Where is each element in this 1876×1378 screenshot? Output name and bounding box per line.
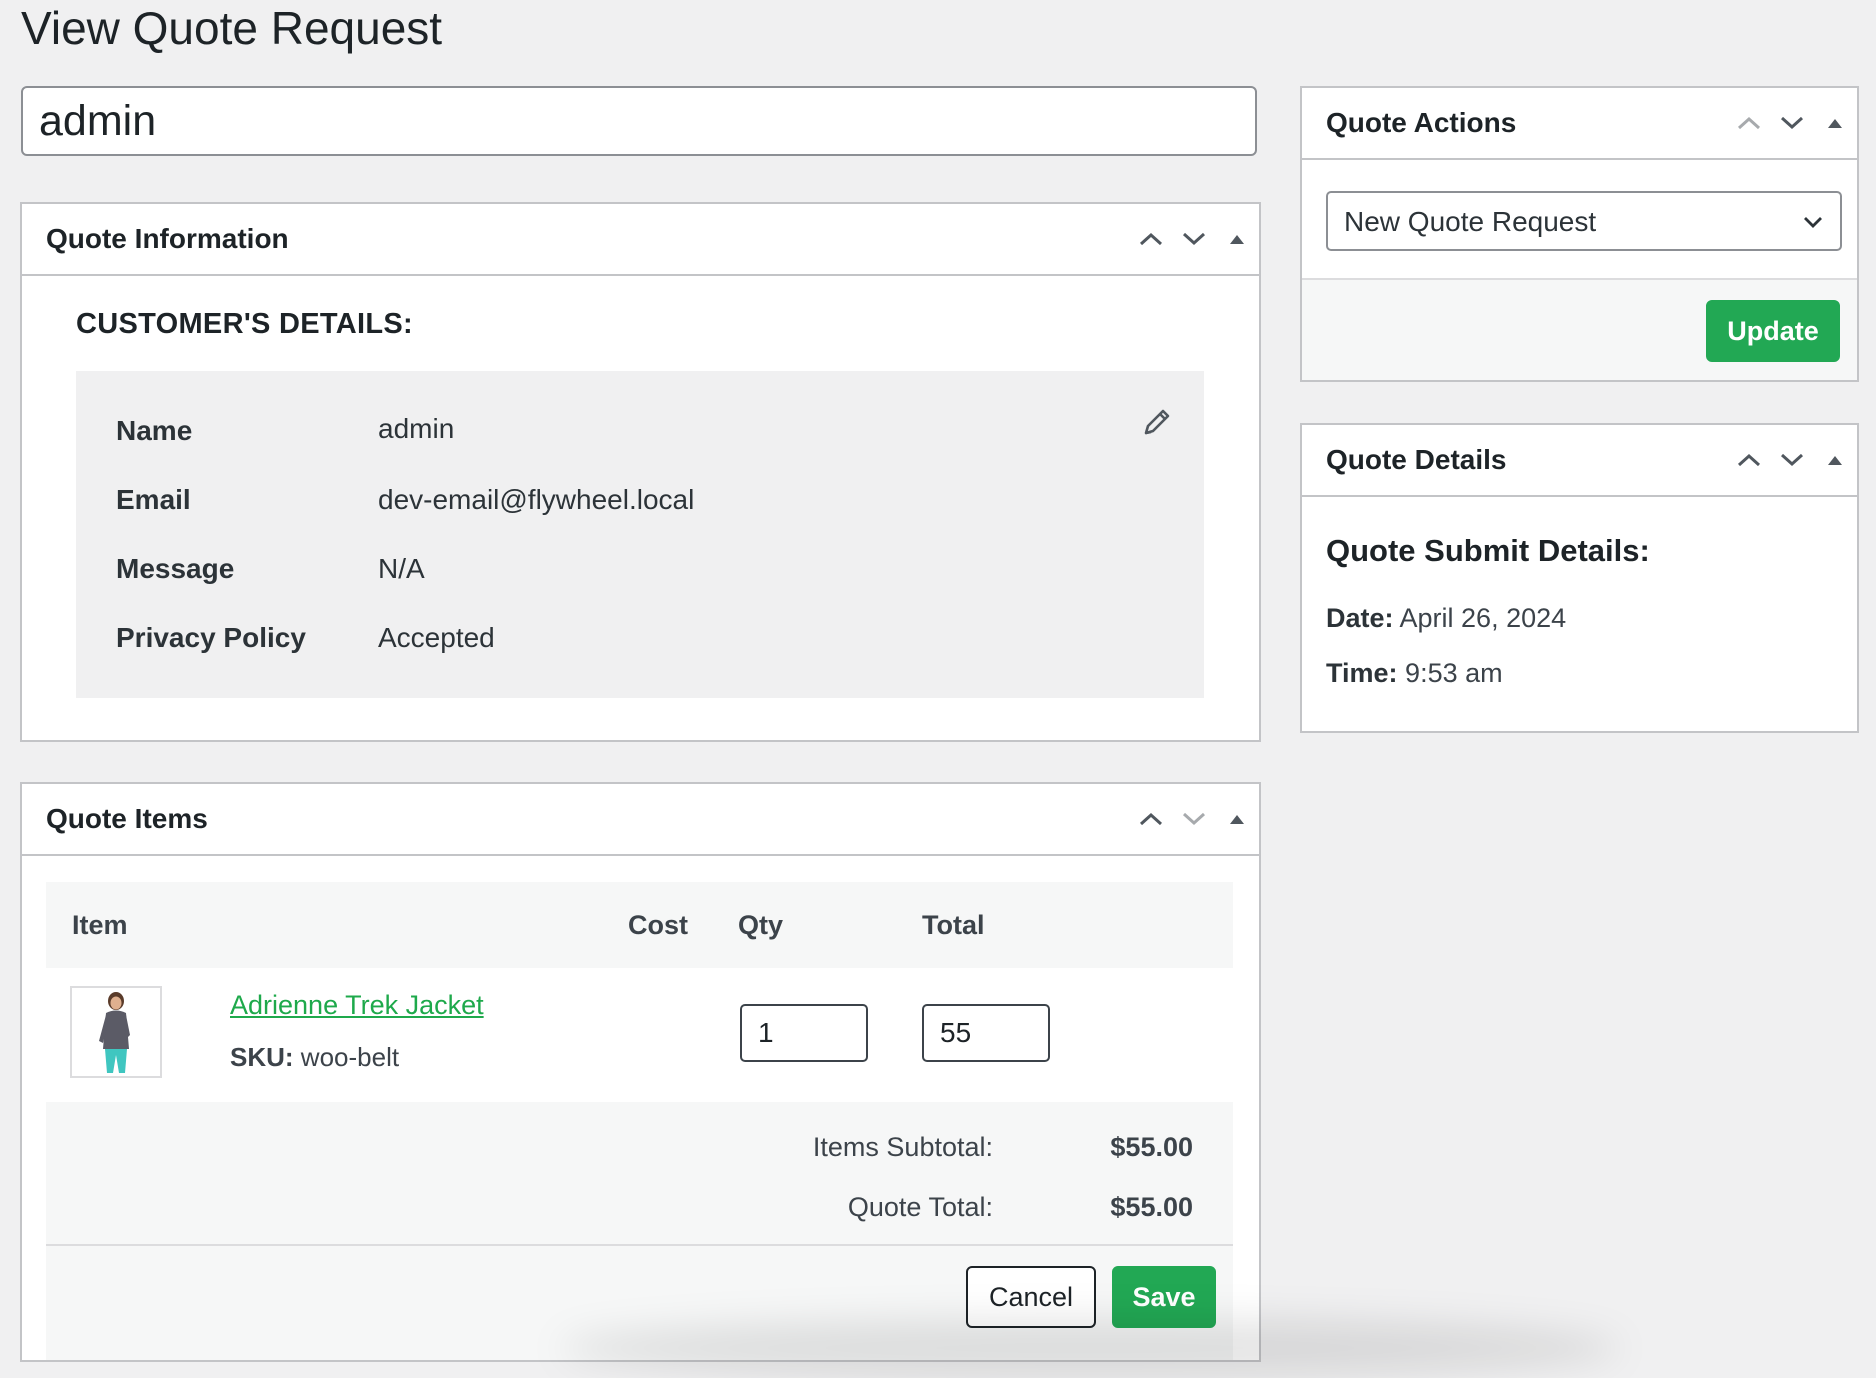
date-label: Date: — [1326, 603, 1394, 633]
product-sku: SKU: woo-belt — [230, 1042, 399, 1073]
move-up-button[interactable] — [1131, 799, 1171, 839]
detail-label: Email — [116, 484, 191, 515]
collapse-toggle-icon — [1828, 119, 1842, 128]
move-up-button[interactable] — [1729, 440, 1769, 480]
detail-value: Accepted — [378, 622, 495, 653]
time-value: 9:53 am — [1405, 658, 1503, 688]
quote-actions-box: Quote Actions New Quote Request Update — [1300, 86, 1859, 382]
detail-value: N/A — [378, 553, 425, 584]
quote-items-header: Quote Items — [22, 784, 1259, 856]
product-link[interactable]: Adrienne Trek Jacket — [230, 990, 484, 1021]
time-label: Time: — [1326, 658, 1398, 688]
move-up-button[interactable] — [1131, 219, 1171, 259]
chevron-up-icon — [1139, 812, 1163, 826]
move-up-button[interactable] — [1729, 103, 1769, 143]
column-header-cost: Cost — [628, 910, 688, 940]
move-down-button[interactable] — [1174, 799, 1214, 839]
totals-section: Items Subtotal: $55.00 Quote Total: $55.… — [46, 1102, 1233, 1244]
toggle-panel-button[interactable] — [1815, 440, 1855, 480]
chevron-down-icon — [1182, 812, 1206, 826]
quote-status-selected: New Quote Request — [1344, 206, 1597, 237]
detail-value: dev-email@flywheel.local — [378, 484, 695, 515]
items-table: Item Cost Qty Total Adrienne Trek Jacket… — [46, 882, 1233, 1360]
product-thumbnail[interactable] — [70, 986, 162, 1078]
quote-information-title: Quote Information — [46, 223, 289, 254]
subtotal-value: $55.00 — [1110, 1132, 1193, 1162]
quote-information-header: Quote Information — [22, 204, 1259, 276]
product-image — [99, 992, 130, 1073]
quote-details-header: Quote Details — [1302, 425, 1857, 497]
chevron-down-icon — [1780, 453, 1804, 467]
toggle-panel-button[interactable] — [1217, 219, 1257, 259]
quote-actions-header: Quote Actions — [1302, 88, 1857, 160]
quote-details-box: Quote Details Quote Submit Details: Date… — [1300, 423, 1859, 733]
chevron-down-icon — [1182, 232, 1206, 246]
quote-title-input[interactable] — [21, 86, 1257, 156]
move-down-button[interactable] — [1174, 219, 1214, 259]
toggle-panel-button[interactable] — [1815, 103, 1855, 143]
move-down-button[interactable] — [1772, 440, 1812, 480]
chevron-up-icon — [1139, 232, 1163, 246]
edit-customer-button[interactable] — [1140, 405, 1174, 439]
quote-status-select[interactable]: New Quote Request — [1326, 191, 1842, 251]
chevron-up-icon — [1737, 116, 1761, 130]
collapse-toggle-icon — [1828, 456, 1842, 465]
page-title: View Quote Request — [21, 2, 443, 54]
submit-date-row: Date: April 26, 2024 — [1326, 603, 1566, 634]
items-table-header: Item Cost Qty Total — [46, 882, 1233, 968]
move-down-button[interactable] — [1772, 103, 1812, 143]
toggle-panel-button[interactable] — [1217, 799, 1257, 839]
quote-total-label: Quote Total: — [847, 1192, 993, 1222]
quote-actions-footer: Update — [1302, 278, 1857, 380]
detail-value: admin — [378, 413, 455, 444]
select-chevron-icon — [1804, 217, 1822, 228]
quote-details-title: Quote Details — [1326, 444, 1507, 475]
quote-submit-details-heading: Quote Submit Details: — [1326, 533, 1650, 568]
chevron-down-icon — [1780, 116, 1804, 130]
sku-label: SKU: — [230, 1042, 294, 1072]
detail-label: Name — [116, 415, 193, 446]
detail-label: Privacy Policy — [116, 622, 306, 653]
line-total-input[interactable] — [922, 1004, 1050, 1062]
chevron-up-icon — [1737, 453, 1761, 467]
collapse-toggle-icon — [1230, 815, 1244, 824]
submit-time-row: Time: 9:53 am — [1326, 658, 1503, 689]
date-value: April 26, 2024 — [1399, 603, 1567, 633]
column-header-item: Item — [72, 910, 128, 940]
update-button[interactable]: Update — [1706, 300, 1840, 362]
quote-total-value: $55.00 — [1110, 1192, 1193, 1222]
detail-label: Message — [116, 553, 235, 584]
collapse-toggle-icon — [1230, 235, 1244, 244]
quote-actions-title: Quote Actions — [1326, 107, 1517, 138]
quantity-input[interactable] — [740, 1004, 868, 1062]
column-header-qty: Qty — [738, 910, 784, 940]
subtotal-label: Items Subtotal: — [812, 1132, 993, 1162]
customer-details-heading: CUSTOMER'S DETAILS: — [76, 308, 413, 340]
customer-details-panel: Name admin Email dev-email@flywheel.loca… — [76, 371, 1204, 698]
quote-information-box: Quote Information CUSTOMER'S DETAILS: Na… — [20, 202, 1261, 742]
pencil-icon — [1144, 409, 1170, 435]
sku-value: woo-belt — [300, 1042, 400, 1072]
quote-items-box: Quote Items Item Cost Qty Total Adrienne… — [20, 782, 1261, 1362]
column-header-total: Total — [922, 910, 985, 940]
table-row: Adrienne Trek Jacket SKU: woo-belt — [46, 968, 1233, 1102]
bottom-shadow — [560, 1318, 1620, 1378]
quote-items-title: Quote Items — [46, 803, 208, 834]
